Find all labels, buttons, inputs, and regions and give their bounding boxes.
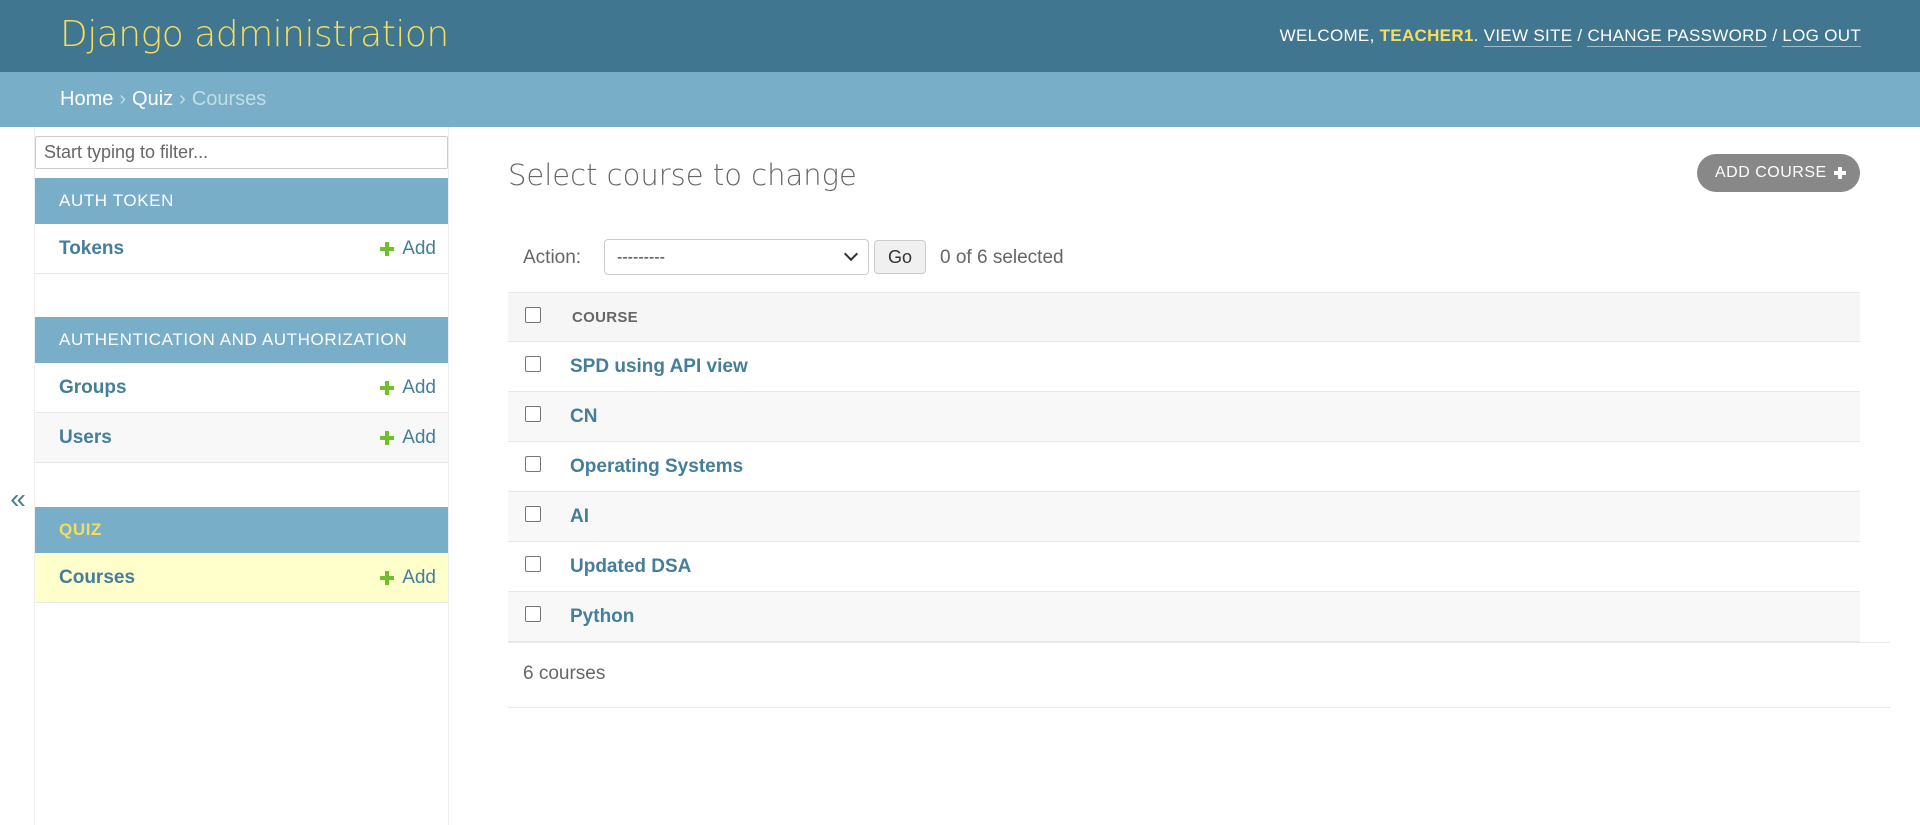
change-password-link[interactable]: Change password: [1587, 26, 1768, 47]
select-all-checkbox[interactable]: [525, 307, 541, 323]
paginator: 6 courses: [508, 642, 1890, 708]
table-row: AI: [508, 492, 1860, 542]
page-title: Select course to change: [508, 158, 857, 192]
sidebar-item-tokens-link[interactable]: Tokens: [59, 238, 124, 260]
table-row: Python: [508, 592, 1860, 642]
plus-icon: [380, 431, 395, 445]
sidebar: Auth Token Tokens Add Authentication and…: [34, 127, 449, 825]
sidebar-filter-input[interactable]: [35, 136, 448, 169]
sidebar-toggle-icon[interactable]: «: [8, 483, 28, 515]
action-select[interactable]: ---------: [604, 239, 869, 275]
log-out-link[interactable]: Log out: [1782, 26, 1861, 47]
plus-icon: [380, 381, 395, 395]
user-tools: Welcome, teacher1. View site / Change pa…: [1279, 26, 1861, 47]
table-row: CN: [508, 392, 1860, 442]
course-link[interactable]: Python: [570, 606, 634, 628]
sidebar-item-tokens: Tokens Add: [35, 224, 448, 274]
welcome-text: Welcome,: [1279, 26, 1375, 45]
row-checkbox[interactable]: [525, 356, 541, 372]
breadcrumb-quiz[interactable]: Quiz: [132, 88, 173, 110]
sidebar-item-users: Users Add: [35, 413, 448, 463]
sidebar-item-groups: Groups Add: [35, 363, 448, 413]
row-checkbox[interactable]: [525, 456, 541, 472]
view-site-link[interactable]: View site: [1483, 26, 1573, 47]
selection-counter: 0 of 6 selected: [940, 247, 1064, 268]
add-user-button[interactable]: Add: [380, 427, 436, 449]
sidebar-item-groups-link[interactable]: Groups: [59, 377, 127, 399]
add-label: Add: [402, 427, 436, 448]
add-label: Add: [402, 377, 436, 398]
table-row: Operating Systems: [508, 442, 1860, 492]
course-link[interactable]: CN: [570, 406, 597, 428]
chevron-down-icon: [843, 246, 859, 262]
course-link[interactable]: AI: [570, 506, 589, 528]
row-checkbox[interactable]: [525, 556, 541, 572]
action-select-value: ---------: [617, 249, 665, 266]
module-caption-auth-token[interactable]: Auth Token: [35, 178, 448, 224]
row-checkbox[interactable]: [525, 506, 541, 522]
site-branding[interactable]: Django administration: [60, 14, 449, 55]
table-row: SPD using API view: [508, 342, 1860, 392]
course-link[interactable]: Updated DSA: [570, 556, 691, 578]
add-course-label: Add course: [1715, 164, 1827, 181]
actions-bar: Action: --------- Go 0 of 6 selected: [508, 237, 1860, 292]
add-token-button[interactable]: Add: [380, 238, 436, 260]
add-label: Add: [402, 238, 436, 259]
breadcrumb-separator: ›: [179, 88, 186, 110]
breadcrumb-current: Courses: [191, 88, 267, 110]
row-checkbox[interactable]: [525, 406, 541, 422]
go-button[interactable]: Go: [874, 240, 926, 274]
column-header-course[interactable]: Course: [572, 309, 638, 326]
breadcrumb-home[interactable]: Home: [60, 88, 113, 110]
sidebar-item-courses: Courses Add: [35, 553, 448, 603]
username: teacher1: [1379, 26, 1474, 45]
module-caption-authentication[interactable]: Authentication and Authorization: [35, 317, 448, 363]
add-group-button[interactable]: Add: [380, 377, 436, 399]
action-label: Action:: [523, 247, 582, 268]
add-course-button[interactable]: Add course: [1697, 154, 1860, 192]
breadcrumb-separator: ›: [119, 88, 127, 110]
plus-icon: [380, 571, 395, 585]
module-caption-quiz[interactable]: Quiz: [35, 507, 448, 553]
plus-icon: [1834, 167, 1846, 179]
plus-icon: [380, 242, 395, 256]
table-header: Course: [508, 292, 1860, 342]
course-link[interactable]: SPD using API view: [570, 356, 748, 378]
course-link[interactable]: Operating Systems: [570, 456, 743, 478]
breadcrumb: Home › Quiz › Courses: [0, 72, 1920, 127]
row-checkbox[interactable]: [525, 606, 541, 622]
sidebar-item-users-link[interactable]: Users: [59, 427, 112, 449]
sidebar-item-courses-link[interactable]: Courses: [59, 567, 135, 589]
add-course-sidebar-button[interactable]: Add: [380, 567, 436, 589]
add-label: Add: [402, 567, 436, 588]
table-row: Updated DSA: [508, 542, 1860, 592]
site-header: Django administration Welcome, teacher1.…: [0, 0, 1920, 72]
